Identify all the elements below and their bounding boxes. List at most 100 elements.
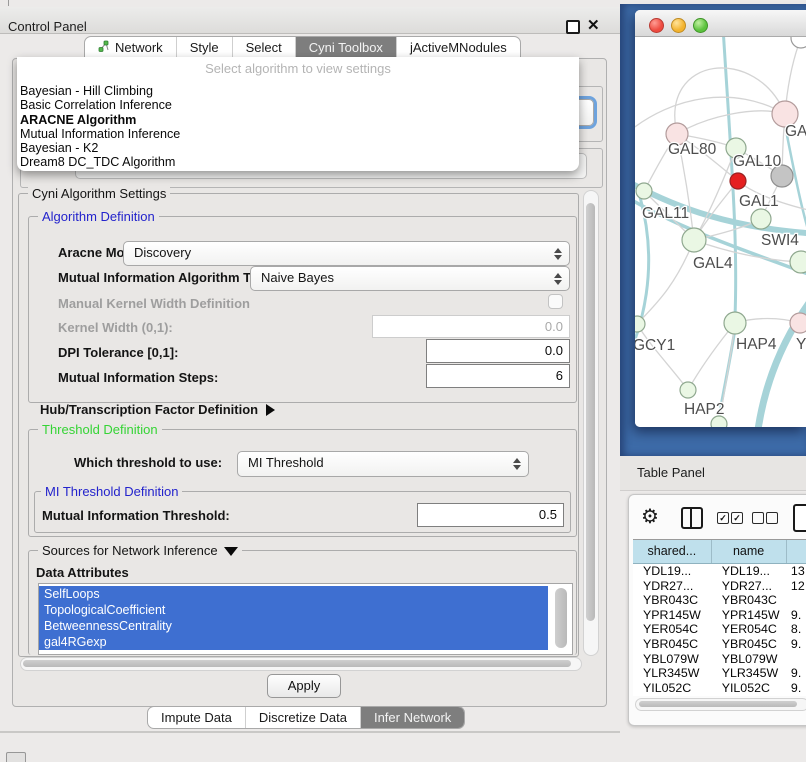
close-traffic-light[interactable] bbox=[649, 18, 664, 33]
expander-collapsed-icon[interactable] bbox=[266, 404, 275, 416]
panel-bottom-edge bbox=[0, 731, 620, 733]
checked-box-icon[interactable]: ✓ bbox=[731, 512, 743, 524]
settings-vertical-scrollbar[interactable] bbox=[583, 190, 599, 656]
dropdown-item[interactable]: ARACNE Algorithm bbox=[19, 113, 577, 127]
gear-icon[interactable]: ⚙ bbox=[641, 507, 659, 527]
apply-button[interactable]: Apply bbox=[267, 674, 341, 698]
mi-steps-field[interactable]: 6 bbox=[426, 364, 570, 388]
tab-network[interactable]: Network bbox=[85, 37, 176, 58]
network-window[interactable]: GALGAL80GAL10GAL11GAL1GAL4SWI4GCY1HAP4YH… bbox=[635, 10, 806, 427]
settings-hscroll-thumb[interactable] bbox=[23, 660, 571, 667]
node-y[interactable] bbox=[790, 313, 806, 333]
node-red[interactable] bbox=[730, 173, 746, 189]
attribute-list-item[interactable]: SelfLoops bbox=[39, 586, 548, 602]
attribute-list-item[interactable]: BetweennessCentrality bbox=[39, 618, 548, 634]
tab-cyni-toolbox[interactable]: Cyni Toolbox bbox=[295, 37, 396, 58]
table-card: ⚙ ✓ ✓ shared...name YDL19...YDL19...13YD… bbox=[628, 494, 806, 726]
table-cell: YBR045C bbox=[712, 637, 787, 652]
attribute-list-item[interactable]: gal4RGexp bbox=[39, 634, 548, 650]
dropdown-item[interactable]: Bayesian - K2 bbox=[19, 141, 577, 155]
close-icon[interactable]: ✕ bbox=[587, 16, 600, 34]
node-swi4[interactable] bbox=[790, 251, 806, 273]
tab-select[interactable]: Select bbox=[232, 37, 295, 58]
table-row[interactable]: YIL052CYIL052C9. bbox=[633, 681, 806, 696]
tab-jactivemnodules[interactable]: jActiveMNodules bbox=[396, 37, 520, 58]
table-hscroll-thumb[interactable] bbox=[639, 701, 797, 707]
tab-infer-network[interactable]: Infer Network bbox=[360, 707, 464, 728]
table-row[interactable]: YBR045CYBR045C9. bbox=[633, 637, 806, 652]
manual-kernel-width-checkbox[interactable] bbox=[548, 294, 563, 309]
columns-icon[interactable] bbox=[681, 507, 703, 529]
node-hap4[interactable] bbox=[724, 312, 746, 334]
node-gal11[interactable] bbox=[636, 183, 652, 199]
node-gal1[interactable] bbox=[751, 209, 771, 229]
network-edge[interactable] bbox=[635, 97, 785, 133]
node-top[interactable] bbox=[791, 37, 806, 48]
tab-impute-data[interactable]: Impute Data bbox=[148, 707, 245, 728]
network-edge[interactable] bbox=[637, 324, 688, 390]
checked-box-icon[interactable]: ✓ bbox=[717, 512, 729, 524]
float-window-icon[interactable] bbox=[566, 20, 580, 34]
tab-label: Network bbox=[115, 40, 163, 55]
mi-threshold-field[interactable]: 0.5 bbox=[417, 503, 564, 527]
dropdown-item[interactable]: Basic Correlation Inference bbox=[19, 98, 577, 112]
which-threshold-combobox[interactable]: MI Threshold bbox=[237, 451, 529, 477]
tab-label: Discretize Data bbox=[259, 710, 347, 725]
table-cell: YPR145W bbox=[712, 608, 787, 623]
network-edge[interactable] bbox=[688, 323, 735, 390]
table-cell: YBL079W bbox=[633, 652, 712, 667]
table-column-header[interactable]: shared... bbox=[633, 540, 712, 563]
table-row[interactable]: YBL079WYBL079W bbox=[633, 652, 806, 667]
unchecked-box-icon[interactable] bbox=[766, 512, 778, 524]
table-cell: YBL079W bbox=[712, 652, 787, 667]
zoom-traffic-light[interactable] bbox=[693, 18, 708, 33]
dock-handle-icon[interactable] bbox=[6, 752, 26, 762]
dropdown-item[interactable]: Dream8 DC_TDC Algorithm bbox=[19, 155, 577, 169]
table-column-header[interactable] bbox=[787, 540, 806, 563]
node-gal1-label: GAL1 bbox=[739, 193, 779, 210]
settings-horizontal-scrollbar[interactable] bbox=[20, 657, 582, 671]
dropdown-item[interactable]: Bayesian - Hill Climbing bbox=[19, 84, 577, 98]
aracne-mode-combobox[interactable]: Discovery bbox=[123, 241, 570, 266]
table-row[interactable]: YDL19...YDL19...13 bbox=[633, 564, 806, 579]
bottom-tab-bar: Impute Data Discretize Data Infer Network bbox=[147, 706, 465, 729]
hub-factor-expander[interactable]: Hub/Transcription Factor Definition bbox=[40, 402, 275, 417]
node-hap2[interactable] bbox=[680, 382, 696, 398]
divider bbox=[8, 0, 9, 6]
table-row[interactable]: YER054CYER054C8. bbox=[633, 622, 806, 637]
unchecked-box-icon[interactable] bbox=[752, 512, 764, 524]
table-cell: YIL052C bbox=[633, 681, 712, 696]
dpi-tolerance-field[interactable]: 0.0 bbox=[426, 339, 570, 363]
table-row[interactable]: YBR043CYBR043C bbox=[633, 593, 806, 608]
table-horizontal-scrollbar[interactable] bbox=[635, 698, 806, 711]
settings-vscroll-thumb[interactable] bbox=[586, 203, 595, 621]
node-gal4[interactable] bbox=[682, 228, 706, 252]
table-row[interactable]: YPR145WYPR145W9. bbox=[633, 608, 806, 623]
node-gcy1[interactable] bbox=[635, 316, 645, 332]
data-attributes-list[interactable]: SelfLoopsTopologicalCoefficientBetweenne… bbox=[38, 583, 573, 655]
table-row[interactable]: YLR345WYLR345W9. bbox=[633, 666, 806, 681]
which-threshold-value: MI Threshold bbox=[248, 455, 324, 470]
table-cell: YBR043C bbox=[712, 593, 787, 608]
table-column-header[interactable]: name bbox=[712, 540, 787, 563]
node-gal11-label: GAL11 bbox=[642, 205, 689, 222]
table-cell: YDL19... bbox=[712, 564, 787, 579]
dropdown-item[interactable]: Mutual Information Inference bbox=[19, 127, 577, 141]
list-scrollbar-thumb[interactable] bbox=[555, 588, 567, 648]
network-window-titlebar[interactable] bbox=[635, 10, 806, 37]
data-attributes-label: Data Attributes bbox=[36, 565, 129, 580]
table-row[interactable]: YDR27...YDR27...12 bbox=[633, 579, 806, 594]
kernel-width-field[interactable]: 0.0 bbox=[372, 315, 570, 338]
expander-expanded-icon[interactable] bbox=[224, 547, 238, 556]
attribute-list-item[interactable]: TopologicalCoefficient bbox=[39, 602, 548, 618]
which-threshold-label: Which threshold to use: bbox=[74, 455, 222, 470]
grid-icon[interactable] bbox=[793, 504, 806, 532]
tab-style[interactable]: Style bbox=[176, 37, 232, 58]
network-edge[interactable] bbox=[757, 287, 806, 427]
network-canvas[interactable]: GALGAL80GAL10GAL11GAL1GAL4SWI4GCY1HAP4YH… bbox=[635, 37, 806, 427]
network-edge[interactable] bbox=[637, 240, 694, 324]
node-table[interactable]: shared...name YDL19...YDL19...13YDR27...… bbox=[633, 539, 806, 696]
mi-algorithm-type-combobox[interactable]: Naive Bayes bbox=[250, 266, 570, 291]
minimize-traffic-light[interactable] bbox=[671, 18, 686, 33]
tab-discretize-data[interactable]: Discretize Data bbox=[245, 707, 360, 728]
